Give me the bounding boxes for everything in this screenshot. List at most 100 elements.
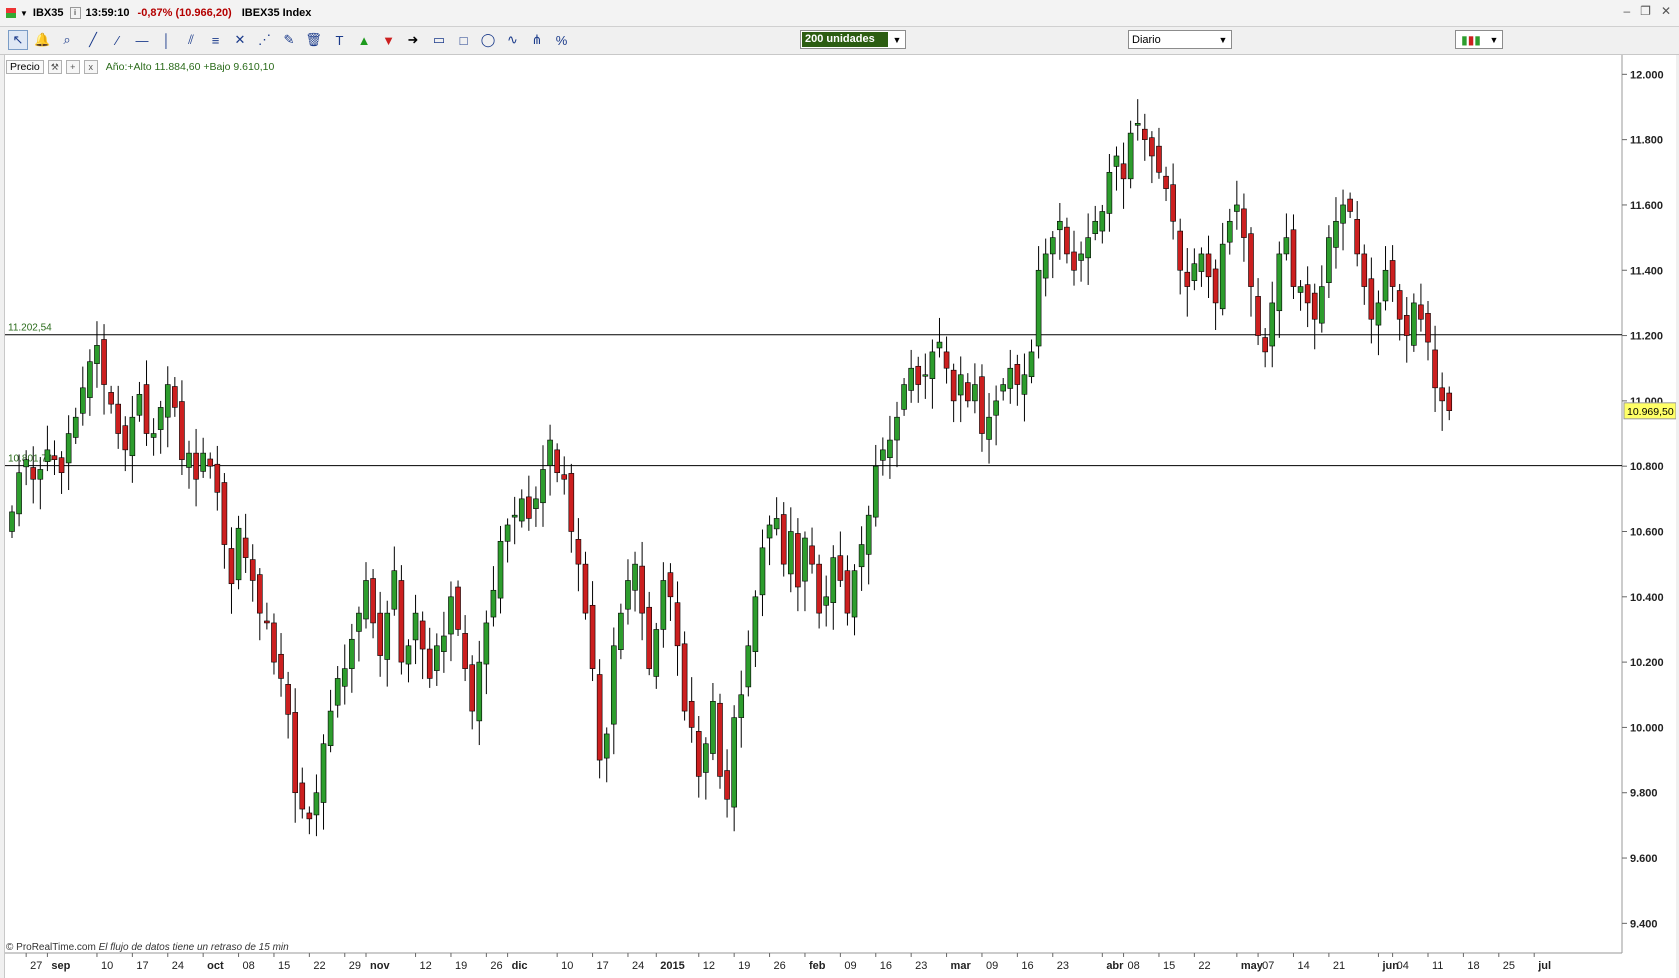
candle-body [986,416,992,440]
eraser-icon[interactable]: ✎ [279,30,299,50]
period-dropdown[interactable]: Diario ▼ [1128,30,1232,49]
candle-body [1382,269,1389,302]
candle-body [731,717,737,808]
candle-body [356,612,362,632]
candle-body [1411,302,1417,346]
x-tick-label: 23 [915,960,927,972]
chevron-down-icon[interactable]: ▼ [1215,35,1231,45]
x-tick-label: 23 [1057,960,1069,972]
percent-icon[interactable]: % [552,30,572,50]
chart-info-bar: Precio ⚒ + x Año:+Alto 11.884,60 +Bajo 9… [6,60,274,74]
y-tick-label: 12.000 [1630,69,1664,81]
candle-body [759,547,766,596]
zigzag-icon[interactable]: ∿ [503,30,523,50]
x-tick-label: sep [51,960,70,972]
candle-body [837,555,844,581]
candle-body [405,645,412,665]
fibonacci-icon[interactable]: ≡ [206,30,226,50]
candle-body [242,537,249,558]
candle-body [1248,233,1254,287]
candle-body [589,604,596,669]
year-range: Año:+Alto 11.884,60 +Bajo 9.610,10 [105,61,275,73]
candle-body [115,403,121,434]
candle-body [632,563,638,591]
candle-body [1311,292,1318,320]
wrench-icon[interactable]: ⚒ [47,60,62,74]
price-chart[interactable]: 9.400 9.600 9.800 10.000 10.200 10.400 10.600 1… [5,55,1676,978]
candle-body [887,439,893,458]
ellipse-icon[interactable]: ◯ [478,30,498,50]
candle-body [363,580,369,620]
candle-body [915,365,922,385]
candlestick-chart-icon: ▮▮▮ [1461,32,1481,47]
andrews-icon[interactable]: ⋔ [527,30,547,50]
candle-body [625,580,631,610]
rectangle-icon[interactable]: □ [454,30,474,50]
candle-body [1028,351,1035,378]
candle-body [773,518,780,530]
x-tick-label: 16 [880,960,892,972]
candle-body [646,606,653,669]
chevron-down-icon[interactable]: ▼ [1486,35,1502,45]
sell-arrow-icon[interactable]: ▼ [379,30,399,50]
candle-body [1297,286,1304,293]
ruler-icon[interactable]: ▭ [429,30,449,50]
candle-body [865,514,872,555]
copyright-text: © ProRealTime.com [6,942,96,953]
candle-body [575,539,582,565]
alarm-bell-icon[interactable]: 🔔 [33,30,53,50]
candle-body [667,572,674,598]
add-icon[interactable]: + [65,60,80,74]
symbol-label[interactable]: IBX35 [33,7,64,19]
chart-type-dropdown[interactable]: ▮▮▮ ▼ [1455,30,1503,49]
trendline-icon[interactable]: ╱ [83,30,103,50]
restore-icon[interactable]: ❐ [1640,4,1651,18]
candle-body [1361,253,1368,287]
candle-body [1425,313,1431,343]
candle-body [87,361,93,398]
x-tick-label: 08 [1128,960,1140,972]
candle-body [455,586,461,630]
pointer-icon[interactable]: ↖ [8,30,28,50]
x-tick-label: 17 [136,960,148,972]
horizontal-line-icon[interactable]: — [132,30,152,50]
candle-body [1113,155,1120,167]
x-tick-label: 07 [1262,960,1274,972]
vertical-line-icon[interactable]: │ [157,30,177,50]
candle-body [186,452,192,468]
fan-icon[interactable]: ⋰ [255,30,275,50]
candle-body [703,743,709,773]
buy-arrow-icon[interactable]: ▲ [354,30,374,50]
ray-icon[interactable]: ⁄ [108,30,128,50]
x-tick-label: 26 [774,960,786,972]
chart-area[interactable]: 9.400 9.600 9.800 10.000 10.200 10.400 10.600 1… [4,55,1676,978]
x-tick-label: 12 [420,960,432,972]
app-icon [6,8,16,18]
candle-body [419,620,426,650]
x-tick-label: oct [207,960,224,972]
chevron-down-icon[interactable]: ▼ [889,35,905,45]
parallel-channel-icon[interactable]: ⫽ [181,30,201,50]
candle-body [228,548,235,585]
candle-body [9,511,15,532]
candle-body [1354,219,1360,255]
price-label[interactable]: Precio [6,60,44,74]
candle-body [561,474,568,480]
candle-body [596,674,603,761]
units-dropdown[interactable]: 200 unidades ▼ [800,30,906,49]
info-icon[interactable]: i [69,7,81,19]
trash-icon[interactable]: 🗑 [304,30,324,50]
candle-body [979,376,985,434]
close-icon[interactable]: ✕ [1661,4,1671,18]
candle-body [150,433,157,438]
remove-icon[interactable]: x [83,60,98,74]
text-icon[interactable]: T [330,30,350,50]
zoom-icon[interactable]: ⌕ [57,30,77,50]
arrow-right-icon[interactable]: ➜ [403,30,423,50]
symbol-dropdown-icon[interactable]: ▼ [20,9,28,18]
cross-icon[interactable]: ✕ [230,30,250,50]
candle-body [214,463,221,493]
minimize-icon[interactable]: – [1623,4,1630,18]
x-tick-label: 24 [172,960,184,972]
x-tick-label: abr [1106,960,1124,972]
